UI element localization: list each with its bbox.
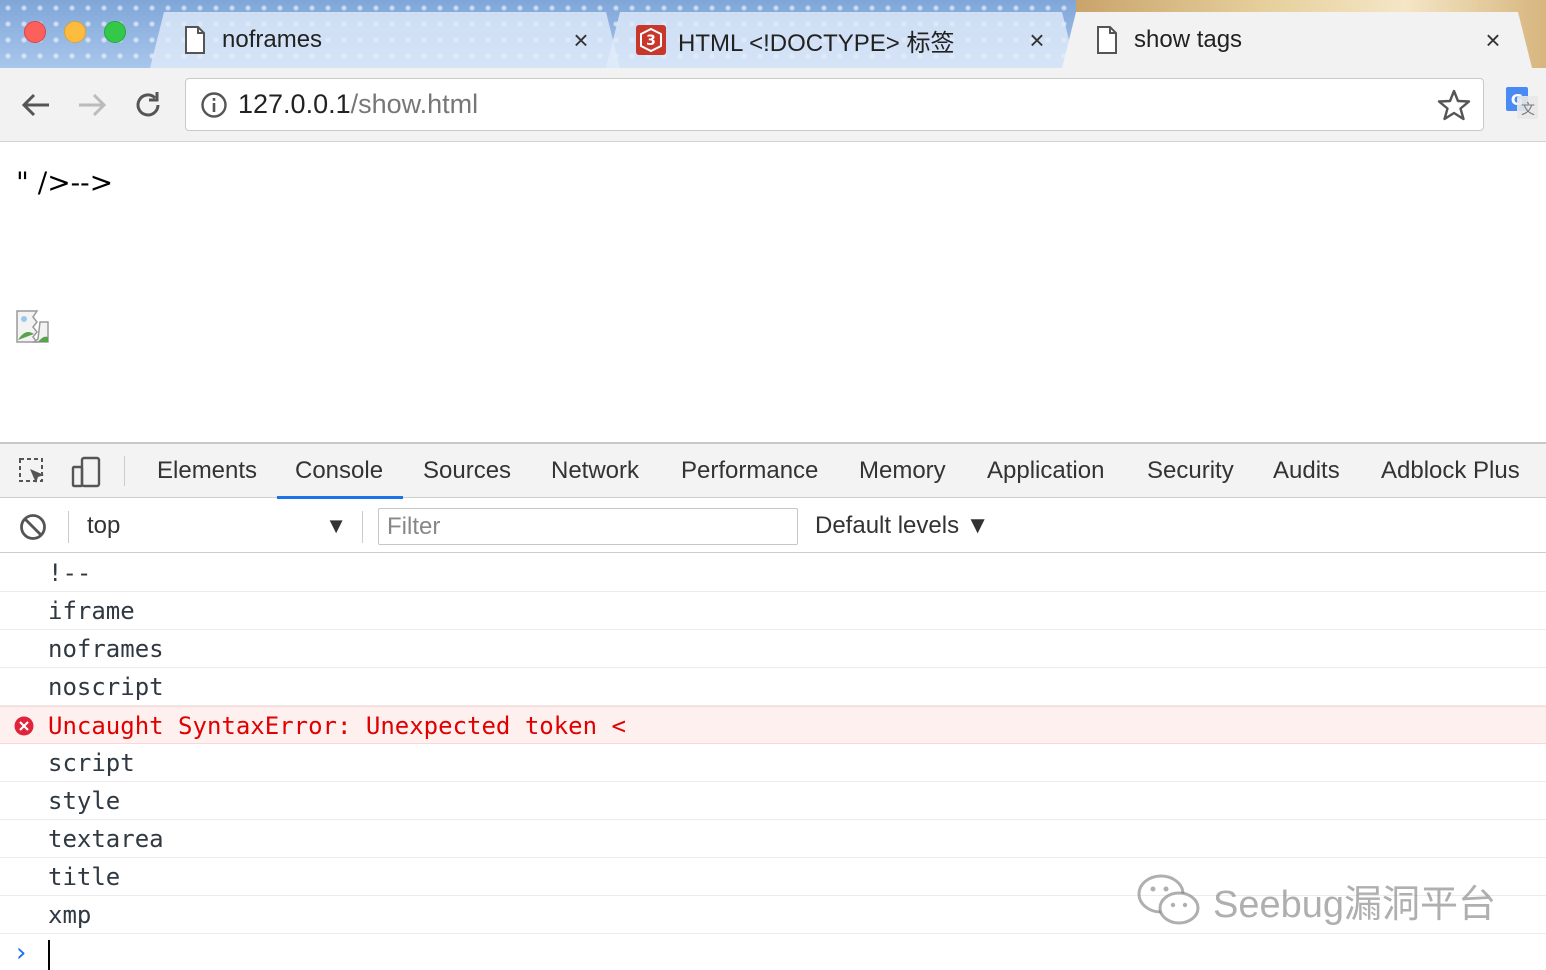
tab-strip: noframes × 3 HTML <!DOCTYPE> 标签 × show t…	[0, 0, 1546, 68]
divider	[362, 511, 363, 543]
svg-text:文: 文	[1521, 102, 1535, 118]
error-text: Uncaught SyntaxError: Unexpected token <	[48, 712, 626, 740]
console-toolbar: top ▼ Default levels ▼	[0, 499, 1546, 553]
tab-memory[interactable]: Memory	[859, 444, 946, 498]
arrow-left-icon	[21, 93, 49, 117]
url-text[interactable]: 127.0.0.1/show.html	[238, 89, 1437, 120]
console-message: textarea	[0, 820, 1546, 858]
watermark: Seebug漏洞平台	[1135, 870, 1496, 930]
tab-application[interactable]: Application	[987, 444, 1104, 498]
inspect-element-icon[interactable]	[16, 455, 50, 489]
tab-html-doctype[interactable]: 3 HTML <!DOCTYPE> 标签 ×	[606, 12, 1076, 68]
console-message: noscript	[0, 668, 1546, 706]
tab-close-icon[interactable]: ×	[1478, 27, 1508, 53]
console-error-message: Uncaught SyntaxError: Unexpected token <	[0, 706, 1546, 744]
tab-title: HTML <!DOCTYPE> 标签	[678, 29, 955, 57]
back-button[interactable]	[17, 86, 55, 124]
tab-network[interactable]: Network	[551, 444, 639, 498]
forward-button[interactable]	[73, 86, 111, 124]
url-path: /show.html	[350, 89, 479, 119]
error-icon	[14, 716, 34, 736]
text-caret	[48, 940, 50, 970]
web-page-content: " />-->	[0, 142, 1546, 442]
tab-elements[interactable]: Elements	[157, 444, 257, 498]
reload-button[interactable]	[129, 86, 167, 124]
star-icon[interactable]	[1437, 88, 1471, 122]
tab-adblock-plus[interactable]: Adblock Plus	[1381, 444, 1520, 498]
dropdown-arrow-icon: ▼	[325, 513, 347, 538]
log-levels-dropdown[interactable]: Default levels ▼	[815, 509, 990, 543]
tab-console[interactable]: Console	[276, 444, 404, 499]
window-close-button[interactable]	[24, 21, 46, 43]
context-selector[interactable]: top ▼	[87, 509, 347, 543]
tab-close-icon[interactable]: ×	[566, 27, 596, 53]
browser-toolbar: 127.0.0.1/show.html G 文	[0, 68, 1546, 142]
console-prompt[interactable]: ›	[0, 934, 1546, 970]
console-message: !--	[0, 554, 1546, 592]
broken-image-icon	[16, 310, 49, 343]
console-message: script	[0, 744, 1546, 782]
clear-console-icon[interactable]	[18, 512, 48, 542]
divider	[68, 511, 69, 543]
arrow-right-icon	[79, 93, 107, 117]
chevron-right-icon: ›	[16, 938, 27, 968]
console-message: style	[0, 782, 1546, 820]
watermark-text: Seebug漏洞平台	[1213, 883, 1497, 926]
tab-noframes[interactable]: noframes ×	[150, 12, 620, 68]
tab-sources[interactable]: Sources	[423, 444, 511, 498]
page-icon	[180, 25, 210, 55]
console-message: iframe	[0, 592, 1546, 630]
wechat-icon	[1137, 874, 1200, 925]
window-zoom-button[interactable]	[104, 21, 126, 43]
context-value: top	[87, 512, 121, 539]
tab-title: noframes	[222, 26, 323, 53]
tab-show-tags[interactable]: show tags ×	[1062, 12, 1532, 68]
devtools-tab-bar: Elements Console Sources Network Perform…	[0, 444, 1546, 499]
tab-close-icon[interactable]: ×	[1022, 27, 1052, 53]
page-body-text: " />-->	[16, 166, 114, 199]
tab-audits[interactable]: Audits	[1273, 444, 1340, 498]
window-minimize-button[interactable]	[64, 21, 86, 43]
svg-text:3: 3	[646, 33, 656, 49]
tab-title: show tags	[1134, 26, 1243, 53]
tab-security[interactable]: Security	[1147, 444, 1234, 498]
device-toolbar-icon[interactable]	[70, 455, 104, 489]
tab-performance[interactable]: Performance	[681, 444, 818, 498]
google-translate-icon[interactable]: G 文	[1505, 86, 1539, 120]
divider	[124, 456, 125, 486]
reload-icon	[136, 92, 160, 117]
info-icon[interactable]	[200, 91, 228, 119]
url-host: 127.0.0.1	[238, 89, 351, 119]
address-bar[interactable]: 127.0.0.1/show.html	[185, 78, 1484, 131]
console-filter-input[interactable]	[378, 508, 798, 545]
page-icon	[1092, 25, 1122, 55]
console-message: noframes	[0, 630, 1546, 668]
w3school-icon: 3	[636, 25, 666, 55]
